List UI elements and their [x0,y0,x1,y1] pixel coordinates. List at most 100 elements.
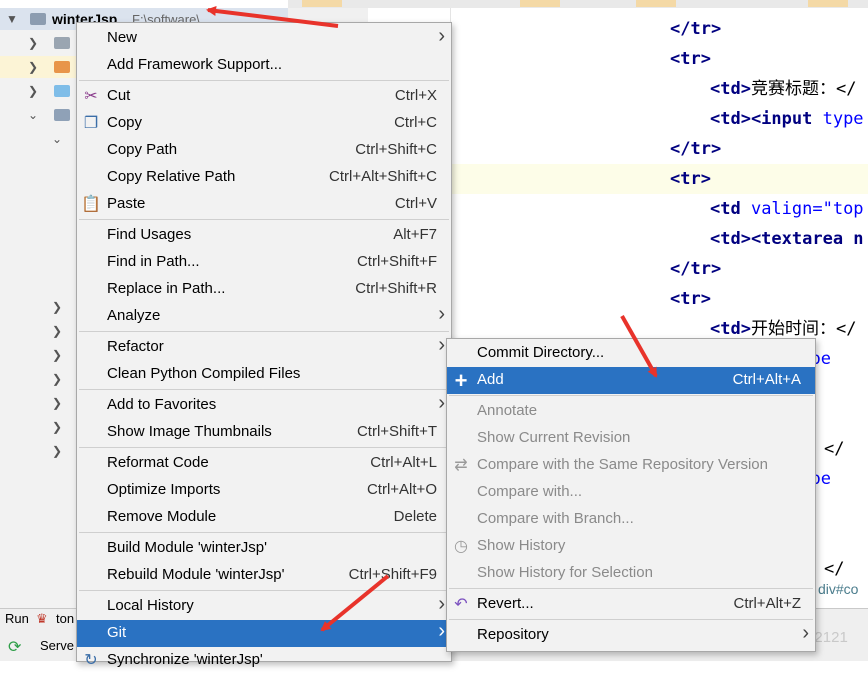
menu-item-analyze[interactable]: Analyze › [77,303,451,330]
menu-item-label: Find Usages [107,226,192,243]
server-tab-label[interactable]: Serve [40,638,74,653]
folder-icon [54,109,70,121]
code-line[interactable]: <tr> [450,284,868,314]
chevron-right-icon[interactable]: ❯ [28,36,38,50]
menu-item-shortcut: Ctrl+C [394,114,437,131]
submenu-arrow-icon: › [438,620,445,642]
folder-icon [54,85,70,97]
menu-item-copy[interactable]: ❐ Copy Ctrl+C [77,110,451,137]
menu-item-paste[interactable]: 📋 Paste Ctrl+V [77,191,451,218]
menu-item-shortcut: Ctrl+Alt+L [370,454,437,471]
menu-item-build-module-winterjsp[interactable]: Build Module 'winterJsp' [77,535,451,562]
menu-item-label: Revert... [477,595,534,612]
menu-item-label: Copy Relative Path [107,168,236,185]
menu-item-copy-relative-path[interactable]: Copy Relative Path Ctrl+Alt+Shift+C [77,164,451,191]
chevron-right-icon[interactable]: ❯ [52,444,62,458]
menu-item-label: Cut [107,87,131,104]
menu-item-label: Show Image Thumbnails [107,423,272,440]
history-icon: ◷ [454,538,468,555]
menu-item-optimize-imports[interactable]: Optimize Imports Ctrl+Alt+O [77,477,451,504]
rerun-icon[interactable]: ⟳ [8,637,21,657]
code-token: </tr> [670,19,722,39]
code-line[interactable]: </tr> [450,134,868,164]
code-line[interactable]: <td><input type [450,104,868,134]
menu-item-refactor[interactable]: Refactor › [77,334,451,361]
menu-item-find-in-path[interactable]: Find in Path... Ctrl+Shift+F [77,249,451,276]
menu-item-local-history[interactable]: Local History › [77,593,451,620]
chevron-right-icon[interactable]: ❯ [28,60,38,74]
code-token: </tr> [670,259,722,279]
menu-item-replace-in-path[interactable]: Replace in Path... Ctrl+Shift+R [77,276,451,303]
chevron-right-icon[interactable]: ❯ [52,372,62,386]
editor-tab[interactable] [808,0,848,7]
run-tab-label[interactable]: Run [5,611,29,626]
chevron-down-icon[interactable]: ⌄ [52,132,62,146]
chevron-down-icon[interactable]: ▼ [6,12,18,26]
paste-icon: 📋 [81,196,101,213]
menu-item-clean-python-compiled-files[interactable]: Clean Python Compiled Files [77,361,451,388]
submenu-arrow-icon: › [438,593,445,615]
scissors-icon: ✂ [84,88,98,105]
menu-item-add[interactable]: + Add Ctrl+Alt+A [447,367,815,394]
editor-tab[interactable] [302,0,342,7]
editor-tab[interactable] [520,0,560,7]
menu-separator [79,80,449,81]
submenu-arrow-icon: › [438,334,445,356]
menu-item-repository[interactable]: Repository › [447,622,815,649]
menu-item-label: Find in Path... [107,253,200,270]
code-token: <tr> [670,169,711,189]
chevron-right-icon[interactable]: ❯ [28,84,38,98]
menu-item-new[interactable]: New › [77,25,451,52]
menu-item-label: Commit Directory... [477,344,605,361]
menu-separator [449,588,813,589]
run-config-label[interactable]: ton [56,611,74,626]
menu-item-synchronize-winterjsp[interactable]: ↻ Synchronize 'winterJsp' [77,647,451,674]
menu-item-find-usages[interactable]: Find Usages Alt+F7 [77,222,451,249]
code-line[interactable]: <td valign="top [450,194,868,224]
menu-item-label: New [107,29,138,46]
menu-item-label: Repository [477,626,549,643]
menu-item-cut[interactable]: ✂ Cut Ctrl+X [77,83,451,110]
menu-separator [79,219,449,220]
menu-item-label: Remove Module [107,508,217,525]
code-token: <tr> [670,49,711,69]
menu-item-add-framework-support[interactable]: Add Framework Support... [77,52,451,79]
menu-item-remove-module[interactable]: Remove Module Delete [77,504,451,531]
menu-item-label: Analyze [107,307,161,324]
code-line[interactable]: </tr> [450,254,868,284]
menu-item-commit-directory[interactable]: Commit Directory... [447,340,815,367]
menu-item-git[interactable]: Git › [77,620,451,647]
menu-item-shortcut: Ctrl+Shift+T [356,423,437,440]
code-line[interactable]: <tr> [450,44,868,74]
chevron-right-icon[interactable]: ❯ [52,420,62,434]
menu-separator [449,395,813,396]
chevron-right-icon[interactable]: ❯ [52,300,62,314]
menu-item-label: Add [477,371,504,388]
menu-item-label: Copy [107,114,143,131]
chevron-right-icon[interactable]: ❯ [52,324,62,338]
menu-item-rebuild-module-winterjsp[interactable]: Rebuild Module 'winterJsp' Ctrl+Shift+F9 [77,562,451,589]
menu-item-revert[interactable]: ↶ Revert... Ctrl+Alt+Z [447,591,815,618]
folder-icon [54,61,70,73]
chevron-down-icon[interactable]: ⌄ [28,108,38,122]
menu-item-label: Compare with Branch... [477,510,634,527]
menu-item-label: Paste [107,195,146,212]
chevron-right-icon[interactable]: ❯ [52,348,62,362]
code-token: <td><input [710,109,823,129]
editor-tab[interactable] [636,0,676,7]
code-line[interactable]: <td>竞赛标题：</ [450,74,868,104]
code-token: type [822,109,864,129]
menu-item-copy-path[interactable]: Copy Path Ctrl+Shift+C [77,137,451,164]
menu-item-annotate: Annotate [447,398,815,425]
chevron-right-icon[interactable]: ❯ [52,396,62,410]
menu-item-show-image-thumbnails[interactable]: Show Image Thumbnails Ctrl+Shift+T [77,419,451,446]
menu-item-reformat-code[interactable]: Reformat Code Ctrl+Alt+L [77,450,451,477]
code-line[interactable]: <td><textarea n [450,224,868,254]
code-token: 竞赛标题：</ [750,79,857,99]
menu-item-label: Clean Python Compiled Files [107,365,301,382]
code-line[interactable]: </tr> [450,14,868,44]
menu-item-add-to-favorites[interactable]: Add to Favorites › [77,392,451,419]
code-line[interactable]: <tr> [450,164,868,194]
menu-item-shortcut: Ctrl+Shift+R [355,280,437,297]
menu-separator [449,619,813,620]
